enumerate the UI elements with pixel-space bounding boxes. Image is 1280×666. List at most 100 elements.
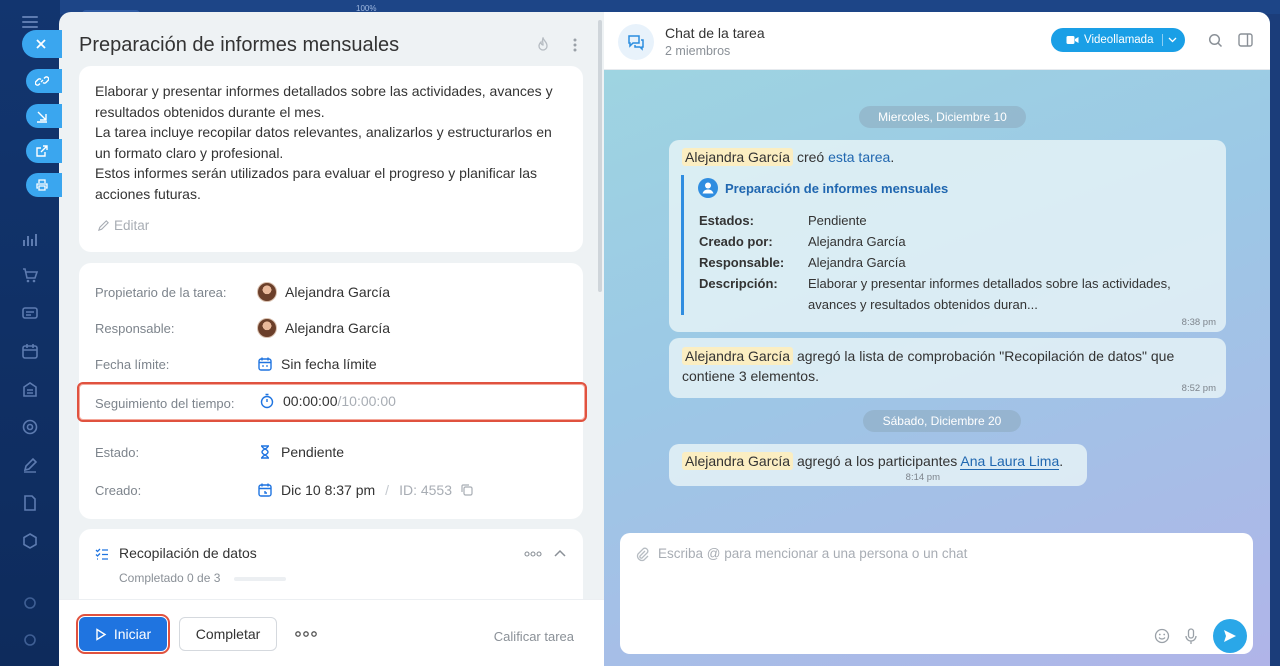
message-text: contiene 3 elementos. xyxy=(682,367,819,384)
search-icon[interactable] xyxy=(1207,32,1223,48)
chat-members[interactable]: 2 miembros xyxy=(665,44,730,58)
help-icon[interactable] xyxy=(20,630,40,650)
more-actions-button[interactable] xyxy=(295,625,317,643)
chat-avatar xyxy=(618,24,654,60)
message-input-box[interactable]: Escriba @ para mencionar a una persona o… xyxy=(620,533,1253,654)
quote-label: Descripción: xyxy=(699,276,778,291)
message-text: . xyxy=(1059,453,1064,469)
responsible-avatar[interactable] xyxy=(257,318,277,338)
checklist-progress-bar xyxy=(234,577,286,581)
target-icon[interactable] xyxy=(20,417,40,437)
building-icon[interactable] xyxy=(20,379,40,399)
id-separator: / xyxy=(385,482,390,498)
chat-message: Alejandra García creó esta tarea. Prepar… xyxy=(669,140,1226,332)
quote-title: Preparación de informes mensuales xyxy=(725,180,949,196)
status-row: Estado: Pendiente xyxy=(95,440,567,464)
message-input-placeholder[interactable]: Escriba @ para mencionar a una persona o… xyxy=(658,546,967,561)
chat-header: Chat de la tarea 2 miembros Videollamada xyxy=(604,12,1270,70)
minimize-button[interactable] xyxy=(26,104,62,128)
task-detail-panel: Preparación de informes mensuales Elabor… xyxy=(59,12,604,666)
deadline-value[interactable]: Sin fecha límite xyxy=(281,356,377,372)
chat-message: Alejandra García agregó a los participan… xyxy=(669,444,1087,486)
chevron-up-icon[interactable] xyxy=(553,547,567,559)
video-camera-icon xyxy=(1066,36,1079,44)
responsible-label: Responsable: xyxy=(95,320,175,336)
settings-icon[interactable] xyxy=(20,593,40,613)
description-line: resultados obtenidos durante el mes. xyxy=(95,103,325,120)
more-vertical-icon[interactable] xyxy=(566,36,584,54)
task-link[interactable]: esta tarea xyxy=(828,149,890,165)
task-chat-panel: Chat de la tarea 2 miembros Videollamada… xyxy=(604,12,1270,666)
card-icon[interactable] xyxy=(20,303,40,323)
microphone-icon[interactable] xyxy=(1182,627,1200,645)
chevron-down-icon[interactable] xyxy=(1168,37,1177,43)
quote-row: Responsable: Alejandra García xyxy=(699,253,1198,274)
send-button[interactable] xyxy=(1213,619,1247,653)
time-tracking-row[interactable]: Seguimiento del tiempo: 00:00:00/10:00:0… xyxy=(77,382,587,422)
description-line: Estos informes serán utilizados para eva… xyxy=(95,165,537,182)
task-footer: Iniciar Completar Calificar tarea xyxy=(59,599,604,666)
message-author[interactable]: Alejandra García xyxy=(682,452,794,470)
link-icon xyxy=(35,76,49,86)
task-info-lower: Estado: Pendiente Creado: Dic 10 8:37 pm… xyxy=(79,430,583,519)
tracking-value: 00:00:00 xyxy=(283,393,338,409)
chart-icon[interactable] xyxy=(20,230,40,250)
owner-row: Propietario de la tarea: Alejandra Garcí… xyxy=(95,280,567,304)
message-time: 8:38 pm xyxy=(1181,317,1216,328)
more-horizontal-icon[interactable] xyxy=(524,551,542,557)
cube-icon[interactable] xyxy=(20,531,40,551)
responsible-name[interactable]: Alejandra García xyxy=(285,320,390,336)
copy-icon[interactable] xyxy=(460,483,474,497)
quote-value: Alejandra García xyxy=(808,234,906,249)
quote-label: Responsable: xyxy=(699,255,785,270)
copy-link-button[interactable] xyxy=(26,69,62,93)
rate-task-link[interactable]: Calificar tarea xyxy=(494,629,574,644)
document-icon[interactable] xyxy=(20,493,40,513)
flame-icon[interactable] xyxy=(534,36,552,54)
owner-avatar[interactable] xyxy=(257,282,277,302)
message-text: creó xyxy=(796,149,825,165)
paperclip-icon[interactable] xyxy=(634,546,650,562)
pencil-icon xyxy=(97,220,109,232)
participant-link[interactable]: Ana Laura Lima xyxy=(960,453,1060,470)
cart-icon[interactable] xyxy=(20,265,40,285)
edit-description-button[interactable]: Editar xyxy=(97,218,149,233)
calendar-clock-icon xyxy=(258,483,272,497)
print-button[interactable] xyxy=(26,173,62,197)
user-circle-icon xyxy=(698,178,718,198)
message-text: agregó a los participantes xyxy=(796,453,958,469)
quote-title-row[interactable]: Preparación de informes mensuales xyxy=(697,177,948,199)
pen-icon[interactable] xyxy=(20,455,40,475)
close-slider-button[interactable] xyxy=(22,30,62,58)
arrow-down-right-icon xyxy=(37,111,47,123)
status-value[interactable]: Pendiente xyxy=(281,444,344,460)
calendar-icon[interactable] xyxy=(20,341,40,361)
quote-value: Alejandra García xyxy=(808,255,906,270)
created-row: Creado: Dic 10 8:37 pm / ID: 4553 xyxy=(95,478,567,502)
owner-name[interactable]: Alejandra García xyxy=(285,284,390,300)
close-icon xyxy=(36,39,46,49)
message-author[interactable]: Alejandra García xyxy=(682,347,794,365)
quote-row: Descripción: Elaborar y presentar informe… xyxy=(699,274,1198,315)
description-line: acciones futuras. xyxy=(95,185,201,202)
message-author[interactable]: Alejandra García xyxy=(682,148,794,166)
checklist-progress-text: Completado 0 de 3 xyxy=(119,571,221,585)
complete-label: Completar xyxy=(195,626,261,642)
created-value: Dic 10 8:37 pm xyxy=(281,482,376,498)
tracking-label: Seguimiento del tiempo: xyxy=(95,396,235,411)
checklist-title[interactable]: Recopilación de datos xyxy=(119,545,257,561)
description-line: Elaborar y presentar informes detallados… xyxy=(95,83,553,99)
video-call-label: Videollamada xyxy=(1084,34,1154,46)
scrollbar[interactable] xyxy=(598,20,602,292)
owner-label: Propietario de la tarea: xyxy=(95,284,227,300)
hamburger-menu-icon[interactable] xyxy=(22,16,38,28)
open-new-window-button[interactable] xyxy=(26,139,62,163)
complete-button[interactable]: Completar xyxy=(179,617,277,651)
deadline-row: Fecha límite: Sin fecha límite xyxy=(95,352,567,376)
sidebar-toggle-icon[interactable] xyxy=(1237,32,1253,48)
start-button[interactable]: Iniciar xyxy=(76,614,170,654)
calendar-icon xyxy=(258,357,272,371)
video-call-button[interactable]: Videollamada xyxy=(1051,28,1185,52)
play-icon xyxy=(96,627,107,641)
emoji-icon[interactable] xyxy=(1153,627,1171,645)
